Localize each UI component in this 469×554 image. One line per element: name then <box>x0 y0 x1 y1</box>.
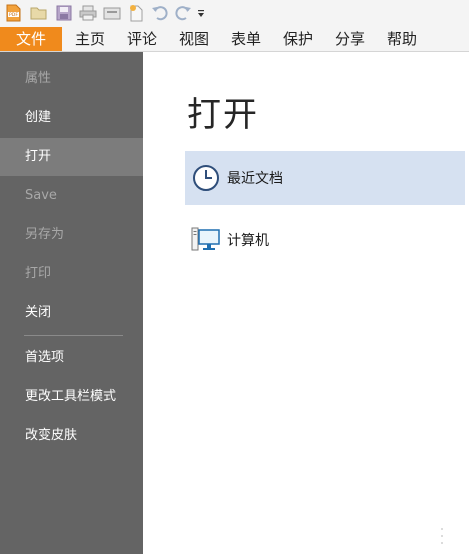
computer-icon <box>191 225 221 255</box>
option-computer[interactable]: 计算机 <box>185 213 465 267</box>
new-doc-icon[interactable] <box>127 4 145 22</box>
sidebar-item-toolbar-mode[interactable]: 更改工具栏模式 <box>0 378 143 416</box>
sidebar-item-preferences[interactable]: 首选项 <box>0 339 143 377</box>
sidebar-item-close[interactable]: 关闭 <box>0 294 143 332</box>
scan-icon[interactable] <box>103 4 121 22</box>
customize-dropdown-icon[interactable] <box>195 4 207 22</box>
quick-access-toolbar: PDF <box>0 0 469 27</box>
tab-help[interactable]: 帮助 <box>378 27 426 51</box>
svg-text:PDF: PDF <box>9 12 18 18</box>
backstage-sidebar: 属性 创建 打开 Save 另存为 打印 关闭 首选项 更改工具栏模式 改变皮肤 <box>0 52 143 554</box>
open-folder-icon[interactable] <box>30 4 48 22</box>
option-label: 最近文档 <box>227 171 283 187</box>
sidebar-item-properties[interactable]: 属性 <box>0 60 143 98</box>
option-recent-documents[interactable]: 最近文档 <box>185 151 465 205</box>
clock-icon <box>191 163 221 193</box>
redo-icon[interactable] <box>174 4 192 22</box>
tab-view[interactable]: 视图 <box>170 27 218 51</box>
sidebar-item-save[interactable]: Save <box>0 177 143 215</box>
tab-protect[interactable]: 保护 <box>274 27 322 51</box>
save-icon[interactable] <box>55 4 73 22</box>
sidebar-item-open[interactable]: 打开 <box>0 138 143 176</box>
ribbon-tabs: 文件 主页 评论 视图 表单 保护 分享 帮助 <box>0 27 469 52</box>
tab-form[interactable]: 表单 <box>222 27 270 51</box>
sidebar-item-save-as[interactable]: 另存为 <box>0 216 143 254</box>
tab-comment[interactable]: 评论 <box>118 27 166 51</box>
sidebar-item-print[interactable]: 打印 <box>0 255 143 293</box>
tab-home[interactable]: 主页 <box>66 27 114 51</box>
page-title: 打开 <box>187 95 259 135</box>
resize-grip-icon <box>435 526 445 548</box>
print-icon[interactable] <box>79 4 97 22</box>
open-pane: 打开 最近文档 计算机 <box>143 52 469 554</box>
sidebar-item-change-skin[interactable]: 改变皮肤 <box>0 417 143 455</box>
tab-file[interactable]: 文件 <box>0 27 62 51</box>
option-label: 计算机 <box>227 233 269 249</box>
pdf-logo-icon[interactable]: PDF <box>4 4 22 22</box>
sidebar-divider <box>24 335 123 336</box>
sidebar-item-create[interactable]: 创建 <box>0 99 143 137</box>
undo-icon[interactable] <box>151 4 169 22</box>
tab-share[interactable]: 分享 <box>326 27 374 51</box>
